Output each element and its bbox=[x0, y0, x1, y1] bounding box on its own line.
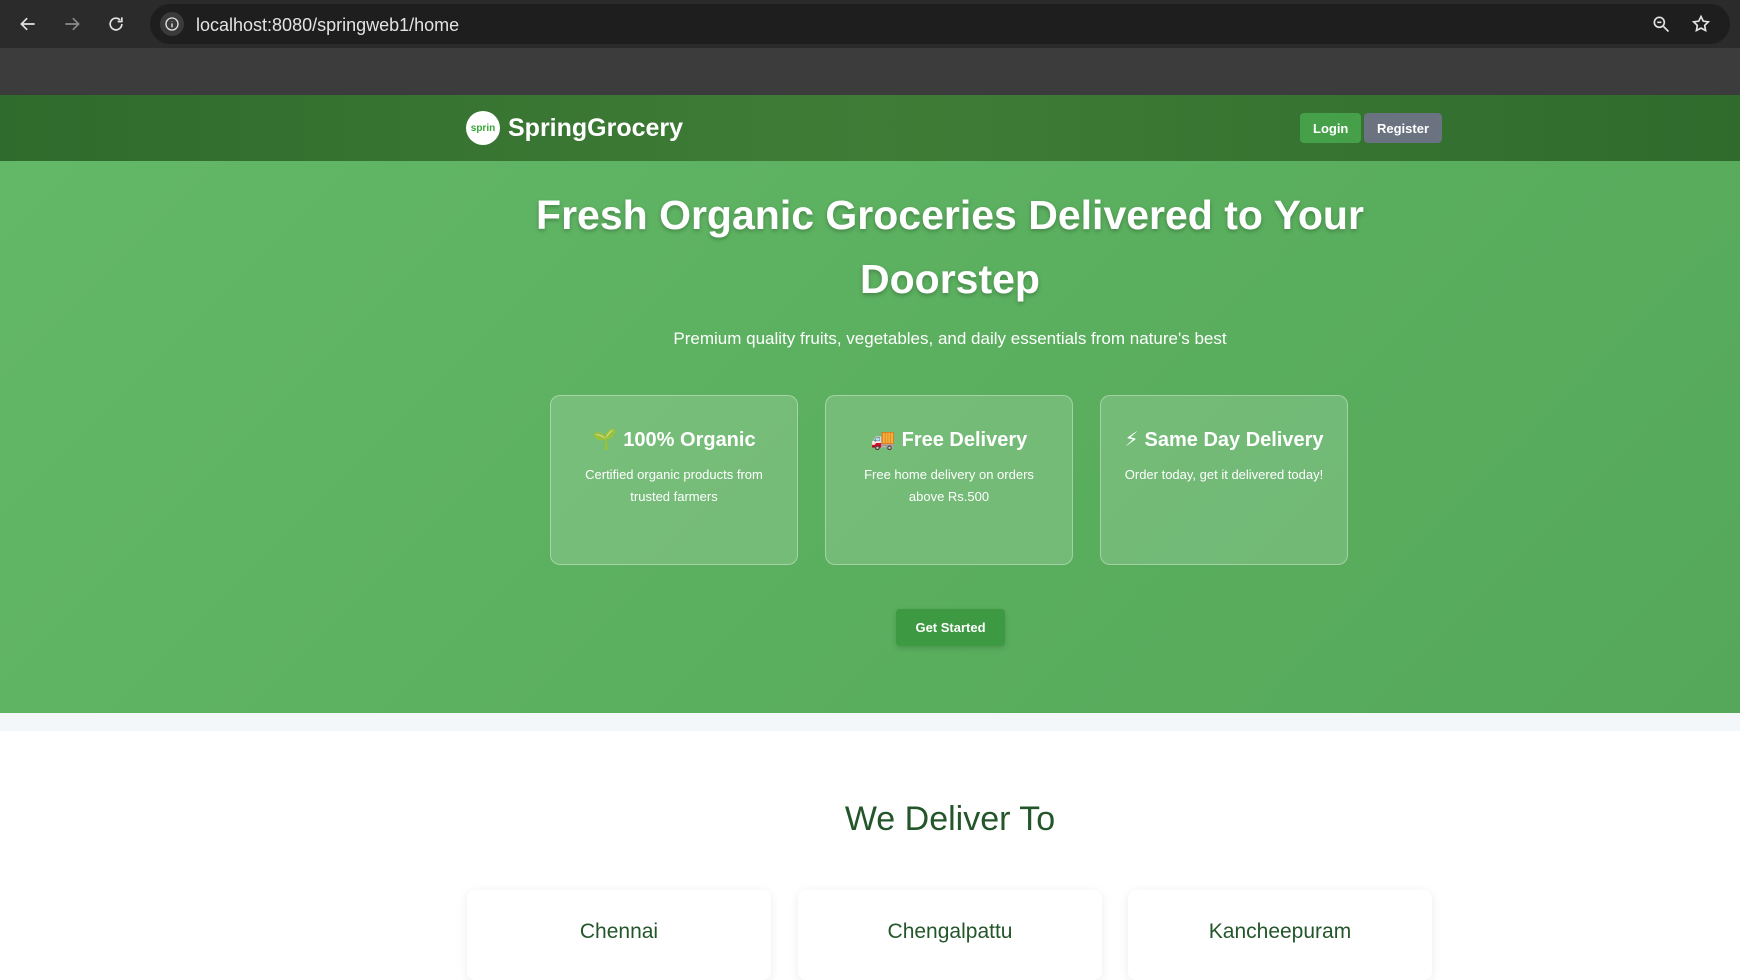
logo-icon: sprin bbox=[466, 111, 500, 145]
info-icon bbox=[165, 17, 179, 31]
section-divider bbox=[0, 713, 1740, 731]
register-button[interactable]: Register bbox=[1364, 113, 1443, 143]
feature-title: 🌱 100% Organic bbox=[592, 429, 756, 451]
zoom-button[interactable] bbox=[1650, 13, 1672, 35]
logo-text: sprin bbox=[470, 122, 496, 134]
feature-description: Order today, get it delivered today! bbox=[1124, 467, 1324, 482]
city-card-kancheepuram[interactable]: Kancheepuram bbox=[1128, 890, 1432, 980]
browser-toolbar: localhost:8080/springweb1/home bbox=[0, 0, 1740, 48]
back-button[interactable] bbox=[12, 10, 44, 38]
deliver-section-title: We Deliver To bbox=[844, 800, 1056, 838]
bookmark-button[interactable] bbox=[1690, 13, 1712, 35]
feature-description: Certified organic products from trusted … bbox=[585, 467, 763, 504]
zoom-icon bbox=[1653, 16, 1670, 33]
site-info-button[interactable] bbox=[160, 12, 184, 36]
feature-card-organic: 🌱 100% Organic Certified organic products… bbox=[550, 395, 798, 565]
url-text[interactable]: localhost:8080/springweb1/home bbox=[196, 15, 459, 36]
hero-title: Fresh Organic Groceries Delivered to You… bbox=[536, 192, 1364, 302]
city-card-chengalpattu[interactable]: Chengalpattu bbox=[798, 890, 1102, 980]
city-name: Kancheepuram bbox=[1208, 920, 1352, 943]
site-header: sprin SpringGrocery Login Register bbox=[0, 95, 1740, 161]
brand[interactable]: sprin SpringGrocery bbox=[466, 111, 683, 145]
forward-button[interactable] bbox=[56, 10, 88, 38]
city-card-chennai[interactable]: Chennai bbox=[467, 890, 771, 980]
seedling-icon: 🌱 bbox=[592, 429, 618, 451]
feature-card-same-day: ⚡ Same Day Delivery Order today, get it d… bbox=[1100, 395, 1348, 565]
feature-description: Free home delivery on orders above Rs.50… bbox=[864, 467, 1034, 504]
brand-name: SpringGrocery bbox=[508, 113, 684, 142]
star-icon bbox=[1691, 14, 1711, 33]
feature-title: 🚚 Free Delivery bbox=[870, 429, 1028, 451]
feature-card-delivery: 🚚 Free Delivery Free home delivery on ord… bbox=[825, 395, 1073, 565]
truck-icon: 🚚 bbox=[870, 429, 896, 451]
feature-title: ⚡ Same Day Delivery bbox=[1124, 429, 1324, 451]
address-bar[interactable]: localhost:8080/springweb1/home bbox=[150, 4, 1730, 44]
city-name: Chennai bbox=[579, 920, 659, 943]
login-button[interactable]: Login bbox=[1300, 113, 1362, 143]
arrow-left-icon bbox=[20, 17, 35, 31]
reload-icon bbox=[109, 17, 123, 31]
hero-subtitle: Premium quality fruits, vegetables, and … bbox=[673, 329, 1227, 348]
city-name: Chengalpattu bbox=[887, 920, 1013, 943]
reload-button[interactable] bbox=[100, 10, 132, 38]
arrow-right-icon bbox=[65, 17, 80, 31]
lightning-icon: ⚡ bbox=[1124, 429, 1139, 451]
browser-chrome: localhost:8080/springweb1/home bbox=[0, 0, 1740, 95]
hero-section: Fresh Organic Groceries Delivered to You… bbox=[0, 161, 1740, 713]
get-started-button[interactable]: Get Started bbox=[896, 609, 1005, 646]
